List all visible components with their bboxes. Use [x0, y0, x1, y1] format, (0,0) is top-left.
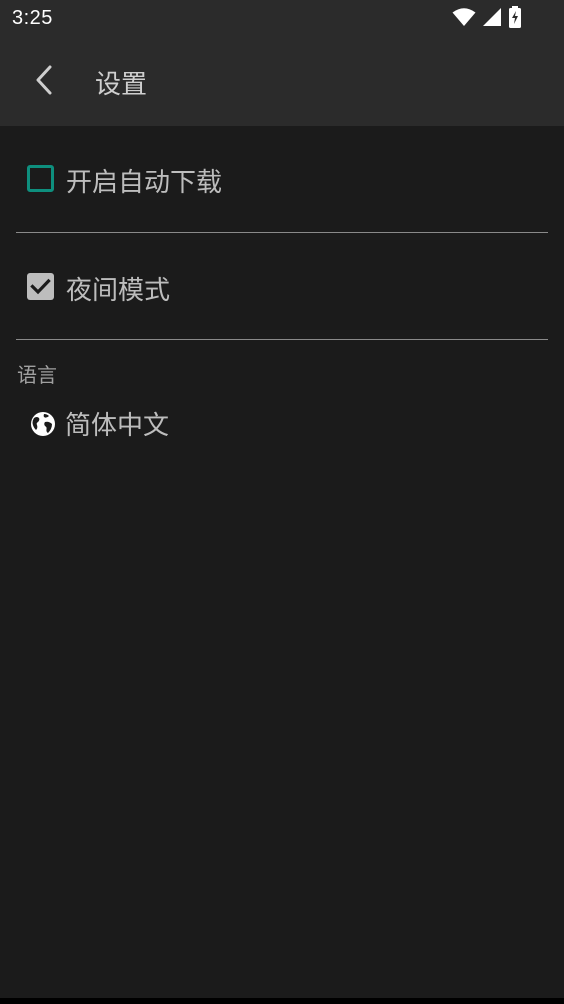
night-mode-row[interactable]: 夜间模式	[0, 233, 564, 339]
status-time: 3:25	[12, 7, 53, 29]
globe-icon	[30, 411, 56, 437]
auto-download-label: 开启自动下载	[66, 168, 223, 198]
chevron-left-icon	[34, 64, 54, 100]
back-button[interactable]	[22, 60, 66, 104]
night-mode-checkbox[interactable]	[27, 273, 54, 300]
check-icon	[27, 273, 54, 300]
status-bar: 3:25	[0, 0, 564, 38]
auto-download-checkbox[interactable]	[27, 165, 54, 192]
night-mode-label: 夜间模式	[66, 276, 171, 306]
divider	[16, 339, 548, 340]
battery-charging-icon	[508, 6, 522, 32]
cell-signal-icon	[482, 7, 502, 31]
auto-download-row[interactable]: 开启自动下载	[0, 126, 564, 232]
language-item[interactable]: 简体中文	[0, 395, 564, 453]
language-section-header: 语言	[17, 363, 57, 387]
app-bar: 设置	[0, 38, 564, 126]
navigation-bar-edge	[0, 998, 564, 1004]
status-icons	[452, 6, 522, 32]
page-title: 设置	[95, 70, 148, 100]
language-label: 简体中文	[65, 411, 170, 441]
wifi-icon	[452, 7, 476, 31]
